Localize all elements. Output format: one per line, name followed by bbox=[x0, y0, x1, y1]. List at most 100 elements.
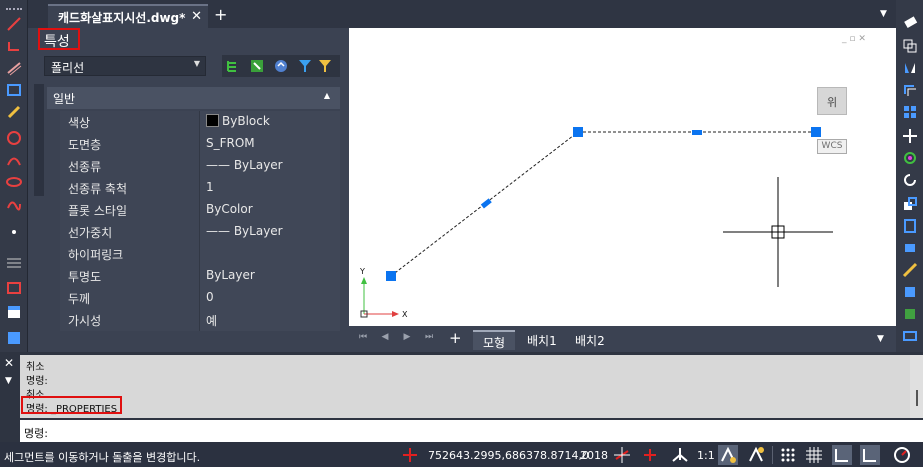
property-value[interactable]: ByBlock bbox=[200, 111, 340, 133]
property-value[interactable]: —— ByLayer bbox=[200, 155, 340, 177]
close-tab-icon[interactable]: ✕ bbox=[191, 9, 202, 24]
annotation-scale[interactable]: 1:1 bbox=[697, 449, 715, 462]
select-objects-icon[interactable] bbox=[250, 59, 264, 73]
rectangle-icon[interactable] bbox=[6, 82, 22, 98]
circle-icon[interactable] bbox=[6, 130, 22, 146]
history-scrollbar[interactable] bbox=[910, 355, 923, 418]
array-icon[interactable] bbox=[902, 104, 918, 120]
move-icon[interactable] bbox=[902, 128, 918, 144]
property-row[interactable]: 색상 ByBlock bbox=[60, 111, 340, 133]
layout-dropdown-icon[interactable]: ▼ bbox=[877, 334, 884, 344]
table-icon[interactable] bbox=[6, 304, 22, 320]
midpoint-grip[interactable] bbox=[692, 130, 702, 135]
wcs-menu[interactable]: WCS bbox=[817, 139, 847, 154]
spline-icon[interactable] bbox=[6, 198, 22, 214]
property-row[interactable]: 두께 0 bbox=[60, 287, 340, 309]
coordinates-icon[interactable] bbox=[400, 445, 420, 465]
dot-grid-icon[interactable] bbox=[778, 445, 798, 465]
viewport-controls[interactable]: _ ▫ ✕ bbox=[842, 34, 890, 46]
explode-icon[interactable] bbox=[902, 306, 918, 322]
property-row[interactable]: 선종류 축척 1 bbox=[60, 177, 340, 199]
region-icon[interactable] bbox=[6, 280, 22, 296]
layout-tab-bar: ⏮ ◀ ▶ ⏭ + 모형 배치1 배치2 ▼ bbox=[349, 326, 896, 352]
line-icon[interactable] bbox=[6, 16, 22, 32]
mirror-icon[interactable] bbox=[902, 60, 918, 76]
last-tab-icon[interactable]: ⏭ bbox=[421, 332, 437, 346]
trim-icon[interactable] bbox=[902, 240, 918, 256]
property-value[interactable]: ByLayer bbox=[200, 265, 340, 287]
document-tab[interactable]: 캐드화살표지시선.dwg* ✕ bbox=[48, 4, 208, 28]
vertex-grip[interactable] bbox=[386, 271, 396, 281]
command-menu-icon[interactable]: ▼ bbox=[5, 376, 12, 386]
tab-dropdown-icon[interactable]: ▼ bbox=[880, 9, 887, 19]
property-value[interactable]: S_FROM bbox=[200, 133, 340, 155]
ellipse-icon[interactable] bbox=[6, 174, 22, 190]
prev-tab-icon[interactable]: ◀ bbox=[377, 332, 393, 346]
add-layout-icon[interactable]: + bbox=[449, 329, 462, 347]
transparency-icon[interactable] bbox=[860, 445, 880, 465]
coordinates-readout[interactable]: 752643.2995,686378.8714,0 bbox=[428, 449, 589, 462]
scrollbar-thumb[interactable] bbox=[916, 390, 918, 406]
drawing-canvas[interactable]: Y X bbox=[349, 28, 896, 354]
hatch-icon[interactable] bbox=[6, 254, 22, 270]
property-row[interactable]: 도면층 S_FROM bbox=[60, 133, 340, 155]
grip-handle[interactable] bbox=[6, 8, 22, 10]
close-command-icon[interactable]: ✕ bbox=[4, 356, 14, 370]
vertex-grip[interactable] bbox=[573, 127, 583, 137]
refresh-icon[interactable] bbox=[902, 172, 918, 188]
collapse-icon[interactable]: ▲ bbox=[324, 91, 330, 100]
tab-layout2[interactable]: 배치2 bbox=[565, 330, 615, 350]
property-row[interactable]: 선종류 —— ByLayer bbox=[60, 155, 340, 177]
polyline-icon[interactable] bbox=[6, 38, 22, 54]
pencil-icon[interactable] bbox=[6, 104, 22, 120]
property-value[interactable]: —— ByLayer bbox=[200, 221, 340, 243]
grid-icon[interactable] bbox=[804, 445, 824, 465]
rotate-icon[interactable] bbox=[902, 150, 918, 166]
new-tab-button[interactable]: + bbox=[214, 5, 227, 24]
section-general[interactable]: 일반 ▲ bbox=[47, 87, 340, 109]
copy-icon[interactable] bbox=[902, 38, 918, 54]
status-message: 세그먼트를 이동하거나 돌출을 변경합니다. bbox=[4, 451, 201, 464]
drawing-svg[interactable]: Y X bbox=[349, 28, 896, 354]
xline-icon[interactable] bbox=[6, 60, 22, 76]
gauge-icon[interactable] bbox=[892, 445, 912, 465]
point-icon[interactable] bbox=[6, 224, 22, 240]
first-tab-icon[interactable]: ⏮ bbox=[355, 332, 371, 346]
annotation-visibility-icon[interactable] bbox=[718, 445, 738, 465]
tab-layout1[interactable]: 배치1 bbox=[517, 330, 567, 350]
fillet-icon[interactable] bbox=[902, 328, 918, 344]
property-value[interactable]: 1 bbox=[200, 177, 340, 199]
grid-snap-icon[interactable] bbox=[612, 445, 632, 465]
object-type-select[interactable]: 폴리선 ▼ bbox=[44, 56, 206, 76]
offset-icon[interactable] bbox=[902, 82, 918, 98]
quick-select-icon[interactable] bbox=[274, 59, 288, 73]
tab-model[interactable]: 모형 bbox=[473, 330, 516, 350]
property-row[interactable]: 가시성 예 bbox=[60, 309, 340, 331]
command-input[interactable]: 명령: bbox=[20, 420, 923, 442]
scale-icon[interactable] bbox=[902, 196, 918, 212]
property-value[interactable] bbox=[200, 243, 340, 265]
polar-icon[interactable] bbox=[670, 445, 690, 465]
filter-settings-icon[interactable] bbox=[318, 59, 332, 73]
property-value[interactable]: ByColor bbox=[200, 199, 340, 221]
extend-icon[interactable] bbox=[902, 262, 918, 278]
viewcube[interactable]: 위 bbox=[817, 87, 847, 115]
break-icon[interactable] bbox=[902, 284, 918, 300]
property-row[interactable]: 투명도 ByLayer bbox=[60, 265, 340, 287]
vertex-grip[interactable] bbox=[811, 127, 821, 137]
property-value[interactable]: 예 bbox=[200, 309, 340, 331]
property-value[interactable]: 0 bbox=[200, 287, 340, 309]
filter-icon[interactable] bbox=[298, 59, 312, 73]
property-row[interactable]: 하이퍼링크 bbox=[60, 243, 340, 265]
property-row[interactable]: 플롯 스타일 ByColor bbox=[60, 199, 340, 221]
text-icon[interactable] bbox=[6, 330, 22, 346]
arc-icon[interactable] bbox=[6, 152, 22, 168]
next-tab-icon[interactable]: ▶ bbox=[399, 332, 415, 346]
erase-icon[interactable] bbox=[902, 14, 918, 30]
toggle-pickadd-icon[interactable] bbox=[226, 59, 240, 73]
stretch-icon[interactable] bbox=[902, 218, 918, 234]
property-row[interactable]: 선가중치 —— ByLayer bbox=[60, 221, 340, 243]
lineweight-icon[interactable] bbox=[832, 445, 852, 465]
autoscale-icon[interactable] bbox=[746, 445, 766, 465]
ortho-icon[interactable] bbox=[640, 445, 660, 465]
